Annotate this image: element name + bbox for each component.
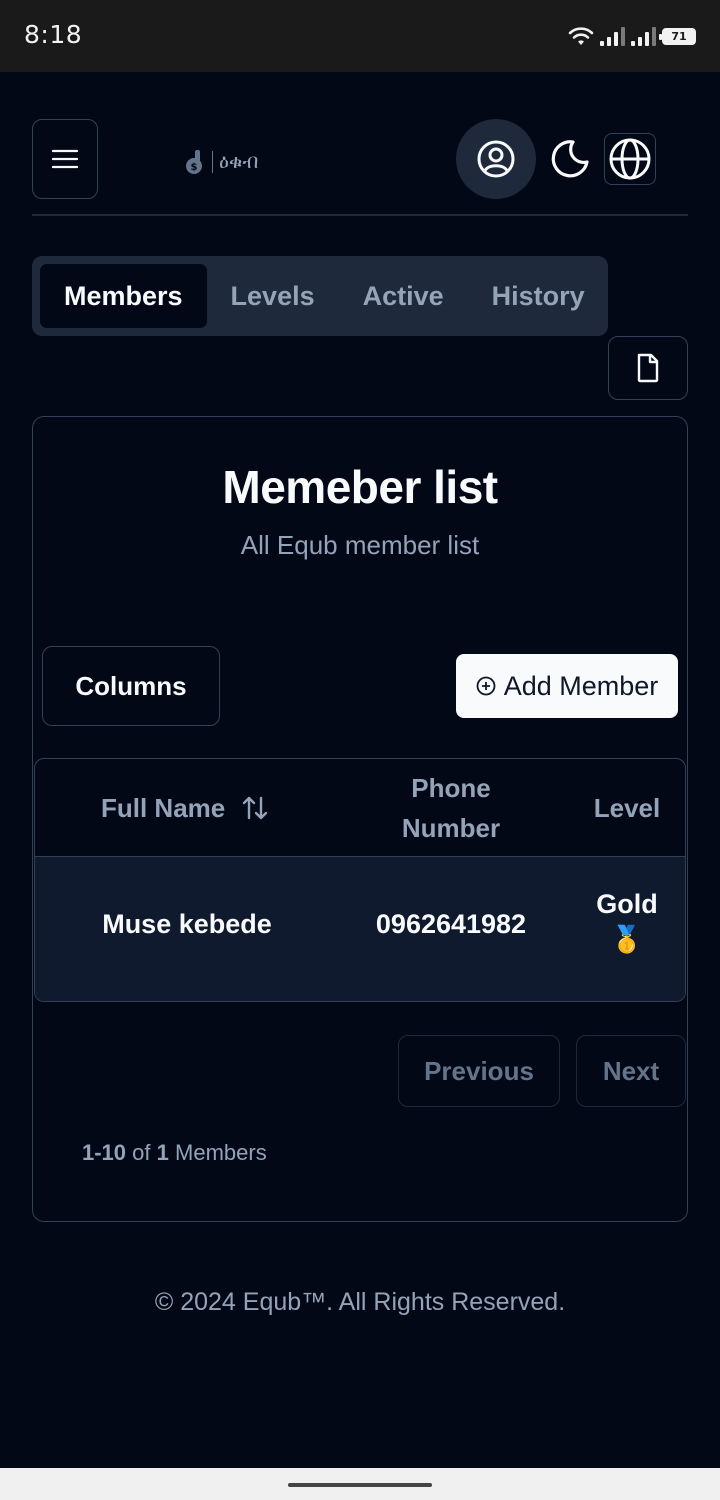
tab-members[interactable]: Members [40,264,207,328]
page-subtitle: All Equb member list [240,530,480,560]
page-title: Memeber list [222,461,498,513]
tab-bar: Members Levels Active History [32,256,608,336]
user-circle-icon [477,140,515,178]
add-member-button[interactable]: Add Member [456,654,678,718]
hamburger-icon [52,149,78,169]
file-icon [637,353,659,383]
tab-active[interactable]: Active [339,264,468,328]
next-button[interactable]: Next [576,1035,686,1107]
cell-phone: 0962641982 [375,909,527,939]
columns-button[interactable]: Columns [42,646,220,726]
table-row[interactable]: Muse kebede 0962641982 Gold 🥇 [35,857,685,1001]
previous-button[interactable]: Previous [398,1035,560,1107]
svg-text:$: $ [191,162,198,173]
tab-levels[interactable]: Levels [207,264,339,328]
system-nav-bar [0,1468,720,1500]
column-header-phone: Phone Number [371,768,531,848]
footer-copyright: © 2024 Equb™. All Rights Reserved. [154,1288,566,1316]
globe-icon [609,138,651,180]
moon-icon [551,140,589,178]
cell-level: Gold 🥇 [587,889,667,955]
phone-header-line2: Number [401,813,501,843]
column-header-full-name[interactable]: Full Name [101,788,269,828]
money-hand-icon: $ [186,150,202,174]
plus-circle-icon [476,676,496,696]
signal-icon-2 [631,26,656,46]
pagination-total: 1 [156,1140,169,1165]
gold-medal-icon: 🥇 [610,924,644,954]
pagination-summary: 1-10 of 1 Members [82,1140,267,1166]
status-time: 8:18 [24,20,83,49]
phone-header-line1: Phone [411,773,491,803]
table-header: Full Name Phone Number Level [35,759,685,857]
tab-history[interactable]: History [468,264,609,328]
pagination-range: 1-10 [82,1140,127,1165]
logo[interactable]: $ ዕቁብ [184,146,258,178]
logo-divider [212,151,213,173]
pagination-unit: Members [175,1140,267,1165]
full-name-header-label: Full Name [101,793,226,823]
profile-button[interactable] [456,119,536,199]
status-bar: 8:18 71 [0,0,720,72]
add-member-label: Add Member [503,670,659,701]
cell-full-name: Muse kebede [102,909,272,939]
column-header-level: Level [593,793,661,823]
signal-icon [600,26,625,46]
language-button[interactable] [604,133,656,185]
menu-button[interactable] [32,119,98,199]
home-gesture-handle[interactable] [288,1483,432,1487]
sort-icon [243,796,268,820]
theme-toggle-button[interactable] [546,135,594,183]
status-icons: 71 [568,22,696,50]
wifi-icon [568,27,594,45]
battery-icon: 71 [659,27,696,45]
members-table: Full Name Phone Number Level Muse kebede… [34,758,686,1002]
logo-text: ዕቁብ [219,150,259,173]
level-name: Gold [596,889,658,919]
pagination-of: of [132,1140,151,1165]
export-button[interactable] [608,336,688,400]
